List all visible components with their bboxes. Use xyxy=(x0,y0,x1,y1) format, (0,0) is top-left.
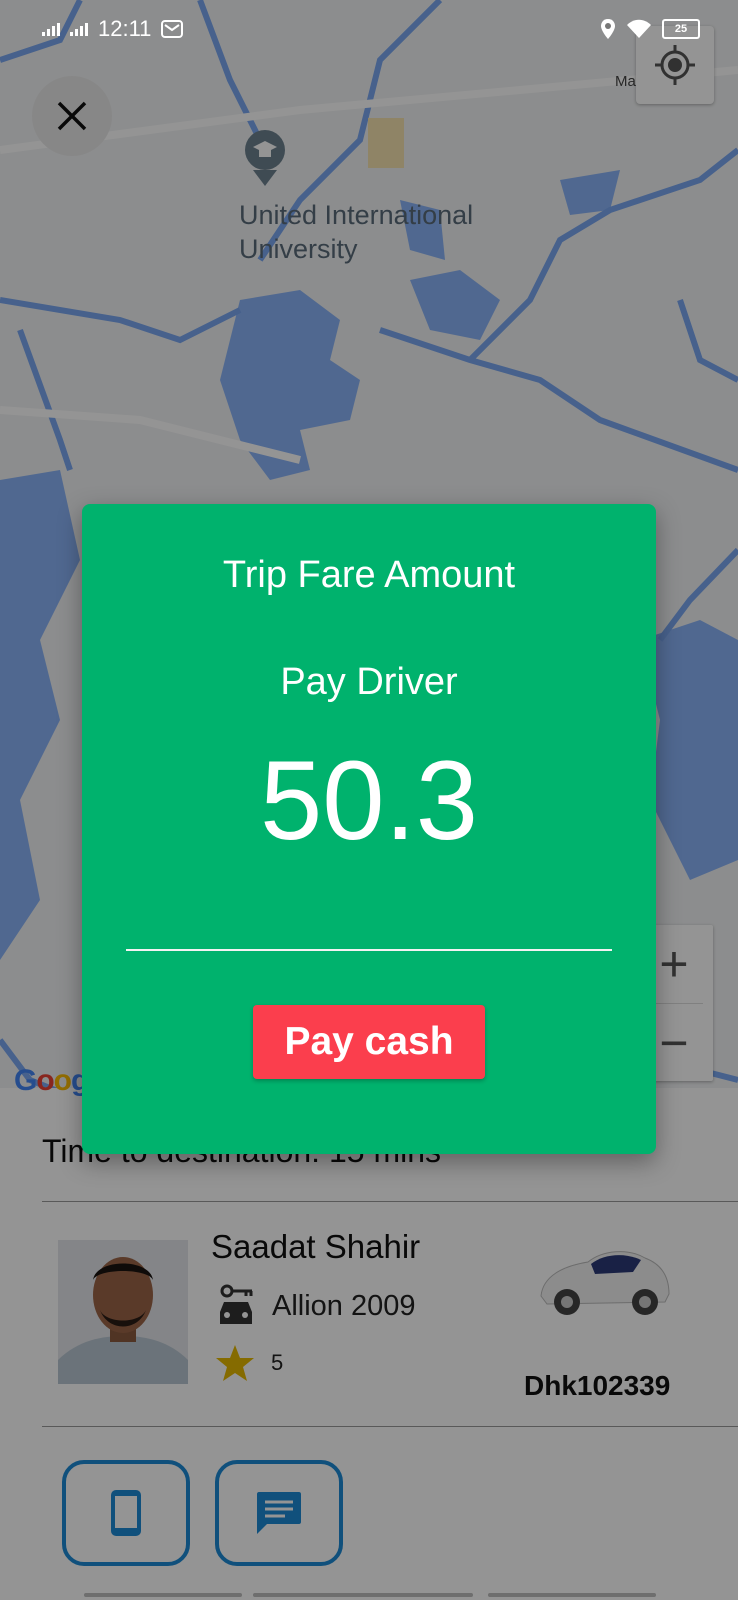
fare-amount: 50.3 xyxy=(260,738,478,863)
mail-icon xyxy=(161,20,184,38)
status-bar: 12:11 25 xyxy=(0,0,738,58)
dialog-divider xyxy=(126,949,612,951)
dialog-subtitle: Pay Driver xyxy=(280,661,458,703)
signal-icon xyxy=(42,22,60,36)
dialog-title: Trip Fare Amount xyxy=(222,554,516,596)
pay-cash-button[interactable]: Pay cash xyxy=(253,1005,485,1079)
battery-icon: 25 xyxy=(662,19,700,39)
trip-fare-dialog: Trip Fare Amount Pay Driver 50.3 Pay cas… xyxy=(82,504,656,1154)
signal-icon xyxy=(70,22,88,36)
location-icon xyxy=(601,19,615,39)
clock: 12:11 xyxy=(98,16,152,41)
wifi-icon xyxy=(627,19,651,38)
